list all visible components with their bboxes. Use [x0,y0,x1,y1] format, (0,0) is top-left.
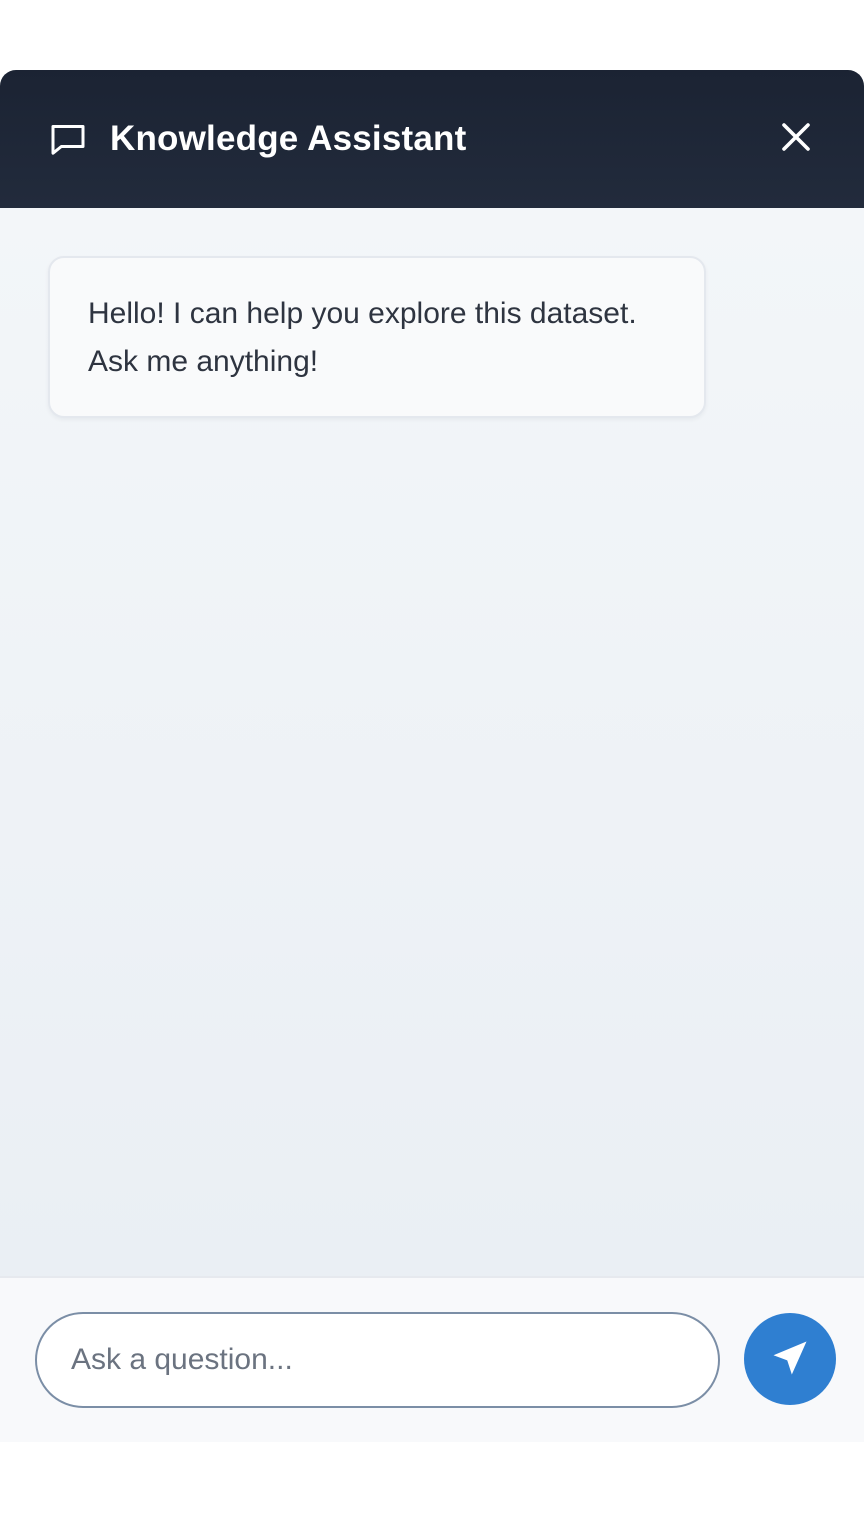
header-title: Knowledge Assistant [110,119,467,158]
close-button[interactable] [770,113,822,165]
input-bar [0,1276,864,1442]
send-button[interactable] [744,1313,836,1405]
chat-bubble-icon [48,119,88,159]
chat-window: Knowledge Assistant Hello! I can help yo… [0,70,864,1442]
question-input[interactable] [35,1312,720,1408]
assistant-message: Hello! I can help you explore this datas… [48,256,706,418]
message-text: Hello! I can help you explore this datas… [88,297,637,378]
chat-header: Knowledge Assistant [0,70,864,208]
send-icon [768,1336,812,1383]
messages-area[interactable]: Hello! I can help you explore this datas… [0,208,864,1276]
close-icon [778,119,814,160]
